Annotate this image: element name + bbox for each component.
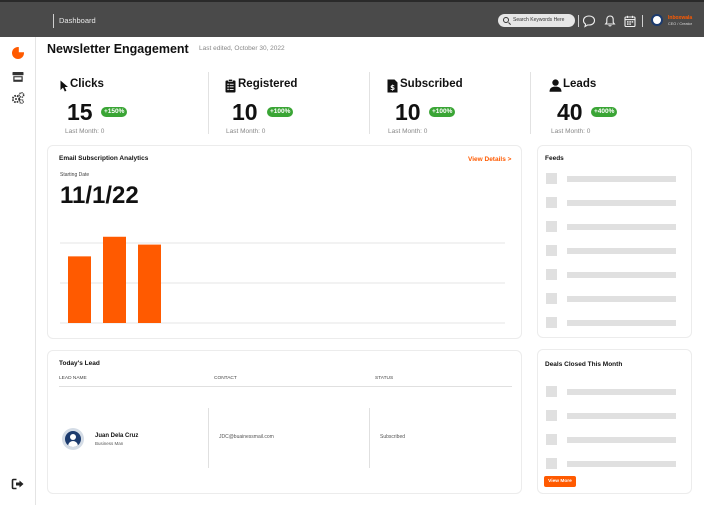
feed-placeholder-line [567,295,676,302]
logout-icon[interactable] [11,477,25,491]
stat-change-badge: +100% [429,107,456,117]
breadcrumb[interactable]: Dashboard [59,16,96,25]
chart-bar[interactable] [103,236,126,323]
lead-contact: JDC@buainessmail.com [219,434,274,440]
store-icon[interactable] [11,70,25,84]
column-header-contact[interactable]: CONTACT [214,376,237,381]
top-bar: Dashboard Search Keywords Here Inboxwala… [0,0,704,37]
stat-divider [530,72,531,134]
analytics-title: Email Subscription Analytics [59,155,149,162]
feed-placeholder-line [567,223,676,230]
table-header-divider [59,386,512,387]
lead-status: Subscribed [380,434,406,440]
deal-placeholder-icon [546,458,557,469]
feeds-title: Feeds [545,155,564,162]
calendar-icon[interactable] [623,14,637,28]
sidebar [0,37,36,505]
deals-card [537,349,692,494]
starting-date-label: Starting Date [60,172,90,178]
analytics-bar-chart [60,236,505,324]
search-icon [503,17,509,23]
stat-registered: Registered 10 +100% Last Month: 0 [225,72,365,138]
pie-chart-icon[interactable] [11,46,25,60]
stat-divider [369,72,370,134]
stat-last-month: Last Month: 0 [65,128,105,135]
settings-gears-icon[interactable] [11,91,25,105]
topbar-separator [642,15,643,27]
stat-change-badge: +150% [101,107,128,117]
column-header-lead-name[interactable]: LEAD NAME [59,376,87,381]
topbar-divider [53,14,54,28]
todays-lead-title: Today's Lead [59,360,100,367]
column-divider [369,408,370,468]
feed-placeholder-icon [546,197,557,208]
deal-placeholder-line [567,412,676,419]
topbar-separator [578,15,579,27]
stat-value: 40 [557,99,583,125]
feed-placeholder-icon [546,221,557,232]
bell-icon[interactable] [603,14,617,28]
stat-label: Clicks [70,78,104,90]
deal-placeholder-icon [546,410,557,421]
deal-placeholder-icon [546,434,557,445]
deal-placeholder-line [567,460,676,467]
stat-value: 10 [395,99,421,125]
stat-clicks: Clicks 15 +150% Last Month: 0 [60,72,200,138]
feed-placeholder-line [567,199,676,206]
user-icon [549,79,562,92]
lead-role: Business Man [95,441,124,446]
feed-placeholder-line [567,247,676,254]
invoice-dollar-icon: $ [387,79,398,93]
chat-icon[interactable] [582,14,596,28]
stat-last-month: Last Month: 0 [551,128,591,135]
deals-title: Deals Closed This Month [545,361,623,368]
feed-placeholder-icon [546,317,557,328]
stat-change-badge: +100% [267,107,294,117]
feed-placeholder-icon [546,293,557,304]
column-header-status[interactable]: STATUS [375,376,393,381]
chart-bar[interactable] [138,244,161,323]
user-role: CEO / Creator [668,22,693,26]
chart-bar[interactable] [68,256,91,323]
stat-label: Subscribed [400,78,463,90]
user-avatar[interactable] [651,14,663,26]
last-edited-text: Last edited, October 30, 2022 [199,45,285,52]
feed-placeholder-icon [546,173,557,184]
stat-label: Registered [238,78,298,90]
svg-text:$: $ [390,84,395,92]
stat-divider [208,72,209,134]
deal-placeholder-line [567,388,676,395]
user-name[interactable]: Inboxwala [668,15,692,21]
feed-placeholder-line [567,319,676,326]
page-title: Newsletter Engagement [47,42,189,56]
todays-lead-card [47,350,522,494]
search-placeholder: Search Keywords Here [513,17,565,23]
search-input[interactable]: Search Keywords Here [498,14,575,27]
view-more-button[interactable]: View More [544,476,576,487]
feed-placeholder-icon [546,245,557,256]
starting-date-value: 11/1/22 [60,182,139,209]
feed-placeholder-line [567,175,676,182]
stat-last-month: Last Month: 0 [226,128,266,135]
feed-placeholder-line [567,271,676,278]
stat-value: 10 [232,99,258,125]
feed-placeholder-icon [546,269,557,280]
view-details-link[interactable]: View Details > [468,156,511,163]
lead-avatar [62,428,84,450]
cursor-icon [60,80,68,92]
feeds-card [537,145,692,338]
lead-name: Juan Dela Cruz [95,433,139,439]
stat-leads: Leads 40 +400% Last Month: 0 [549,72,689,138]
deal-placeholder-icon [546,386,557,397]
deal-placeholder-line [567,436,676,443]
column-divider [208,408,209,468]
stat-subscribed: $ Subscribed 10 +100% Last Month: 0 [387,72,527,138]
clipboard-icon [225,79,236,93]
stat-label: Leads [563,78,597,90]
stat-value: 15 [67,99,93,125]
stat-last-month: Last Month: 0 [388,128,428,135]
stat-change-badge: +400% [591,107,618,117]
